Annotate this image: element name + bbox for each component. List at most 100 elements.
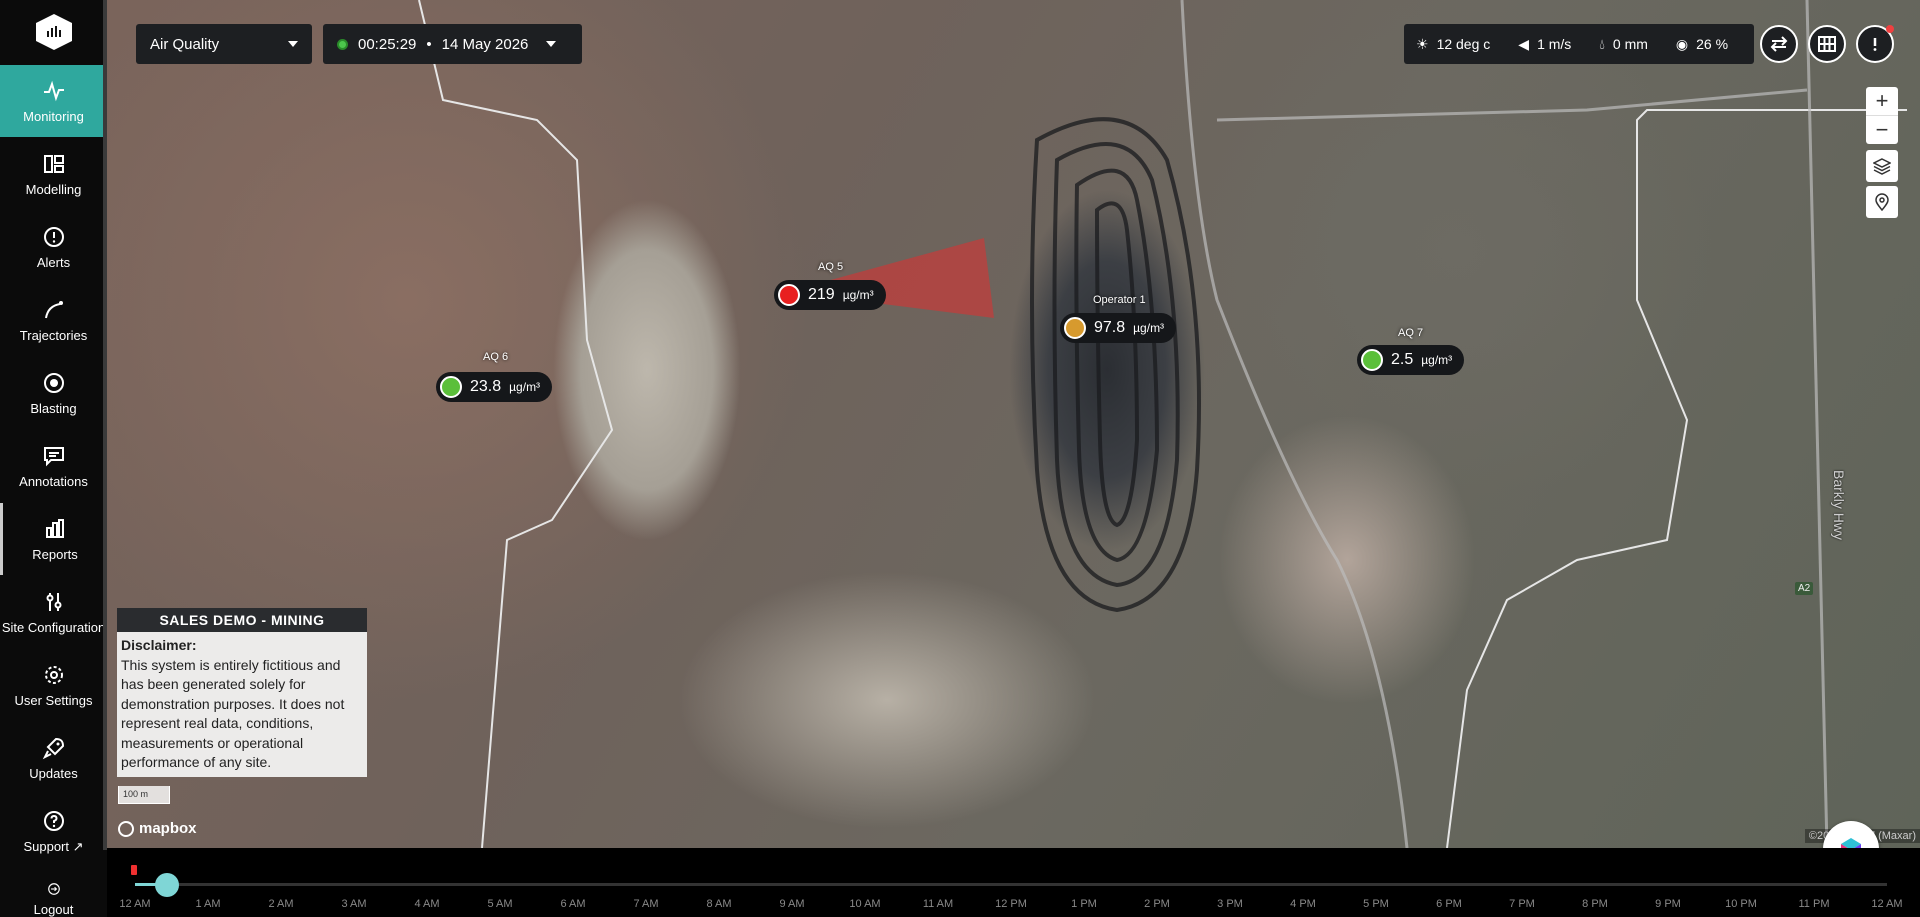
sensor-value: 97.8 [1094,319,1126,336]
plus-icon: + [1875,88,1889,113]
sidebar-item-logout[interactable]: Logout [0,868,107,917]
mapbox-logo[interactable]: mapbox [118,820,197,837]
current-date: 14 May 2026 [441,35,529,53]
timeline-hour-label: 5 AM [487,898,513,910]
timeline-hour-label: 4 PM [1290,898,1316,910]
layers-icon [1873,158,1891,175]
location-button[interactable] [1866,186,1898,218]
timeline-hour-label: 1 PM [1071,898,1097,910]
satellite-map[interactable]: Barkly Hwy A2 [107,0,1920,848]
timeline[interactable]: 12 AM 1 AM 2 AM 3 AM 4 AM 5 AM 6 AM 7 AM 8 AM 9 A… [107,848,1920,917]
sidebar-item-annotations[interactable]: Annotations [0,430,107,502]
sidebar-item-blasting[interactable]: Blasting [0,357,107,429]
chevron-down-icon [546,41,557,47]
sidebar-scrollbar[interactable] [103,0,107,850]
sensor-status-dot [440,376,462,398]
external-link-icon: ↗ [72,838,84,854]
sidebar-item-monitoring[interactable]: Monitoring [0,65,107,137]
humidity-value: 26 % [1696,36,1729,52]
sensor-name: AQ 5 [818,261,844,273]
notifications-button[interactable] [1856,25,1894,63]
sensor-value-pill[interactable]: 2.5 µg/m³ [1357,345,1465,375]
chevron-down-icon [288,41,298,47]
weather-temperature: ☀ 12 deg c [1416,36,1490,53]
sidebar-item-user-settings[interactable]: User Settings [0,649,107,721]
grid-button[interactable] [1808,25,1846,63]
sidebar-item-modelling[interactable]: Modelling [0,138,107,210]
disclaimer-panel: SALES DEMO - MINING Disclaimer: This sys… [117,608,367,777]
layers-button[interactable] [1866,150,1898,182]
sensor-name: Operator 1 [1093,294,1146,306]
swap-arrows-icon [1770,36,1788,52]
sidebar-item-label: Annotations [19,473,88,489]
mapbox-wordmark: mapbox [139,820,197,837]
sidebar-item-alerts[interactable]: Alerts [0,211,107,283]
app-logo[interactable] [36,14,72,50]
exclamation-icon [1873,38,1877,51]
timeline-hour-label: 3 AM [341,898,367,910]
sidebar-item-label: Monitoring [23,108,84,124]
sensor-value-pill[interactable]: 97.8 µg/m³ [1060,313,1177,343]
sidebar-item-label: Alerts [36,254,71,270]
mapbox-icon [118,820,134,837]
sidebar-item-label: Logout [33,902,74,917]
live-status-icon [337,38,348,50]
timeline-hour-label: 2 AM [268,898,294,910]
sensor-value: 23.8 [470,378,502,395]
grid-icon [1818,36,1836,52]
timeline-hour-label: 9 PM [1655,898,1681,910]
blasting-target-icon [43,372,64,393]
alert-circle-icon [43,226,64,247]
disclaimer-body: Disclaimer: This system is entirely fict… [117,632,367,777]
sidebar-item-label: Trajectories [19,327,88,343]
trajectory-icon [44,300,63,318]
sidebar-item-support[interactable]: Support ↗ [0,795,107,867]
road-label: Barkly Hwy [1831,470,1847,541]
bar-chart-icon [46,518,64,538]
map-pin-icon [1875,193,1889,211]
humidity-icon: ◉ [1675,35,1689,52]
swap-button[interactable] [1760,25,1798,63]
sensor-unit: µg/m³ [509,380,541,394]
timeline-hour-label: 6 AM [560,898,586,910]
monitoring-pulse-icon [43,80,64,101]
map-overlay [418,0,1907,848]
weather-wind: ◀ 1 m/s [1518,36,1571,53]
wind-arrow-icon: ◀ [1518,35,1530,52]
sensor-name: AQ 7 [1398,327,1424,339]
raindrop-icon: 💧︎ [1599,35,1605,52]
timeline-track[interactable] [135,883,1887,886]
timeline-hour-label: 10 PM [1725,898,1757,910]
layer-dropdown-value: Air Quality [150,35,220,53]
timeline-hour-label: 11 PM [1798,898,1830,910]
modelling-icon [43,154,64,173]
sidebar-item-trajectories[interactable]: Trajectories [0,284,107,356]
zoom-in-button[interactable]: + [1866,87,1898,115]
sidebar-item-label: User Settings [14,692,93,708]
sidebar-item-updates[interactable]: Updates [0,722,107,794]
weather-humidity: ◉ 26 % [1676,36,1728,53]
timeline-hour-label: 12 AM [1871,898,1903,910]
sidebar-item-reports[interactable]: Reports [0,503,107,575]
notification-badge [1886,25,1894,33]
disclaimer-text: This system is entirely fictitious and h… [121,656,345,771]
timeline-handle[interactable] [154,873,179,897]
sidebar: Monitoring Modelling Alerts Trajectories… [0,0,107,917]
layer-dropdown[interactable]: Air Quality [136,24,312,64]
zoom-out-button[interactable]: − [1866,115,1898,144]
sidebar-item-site-configuration[interactable]: Site Configuration [0,576,107,648]
time-separator: • [426,35,432,53]
open-pit [1030,117,1201,613]
time-dropdown[interactable]: 00:25:29 • 14 May 2026 [323,24,582,64]
sidebar-item-label: Reports [32,546,78,562]
event-marker[interactable] [131,865,137,875]
disclaimer-title: SALES DEMO - MINING [117,608,367,632]
site-boundary [418,0,1907,848]
timeline-hour-label: 3 PM [1217,898,1243,910]
sensor-value-pill[interactable]: 23.8 µg/m³ [436,372,553,402]
sensor-value-pill[interactable]: 219 µg/m³ [774,280,886,310]
timeline-hour-label: 7 PM [1509,898,1535,910]
logo-bars-icon [47,26,61,37]
question-circle-icon [43,810,64,831]
timeline-hour-label: 6 PM [1436,898,1462,910]
